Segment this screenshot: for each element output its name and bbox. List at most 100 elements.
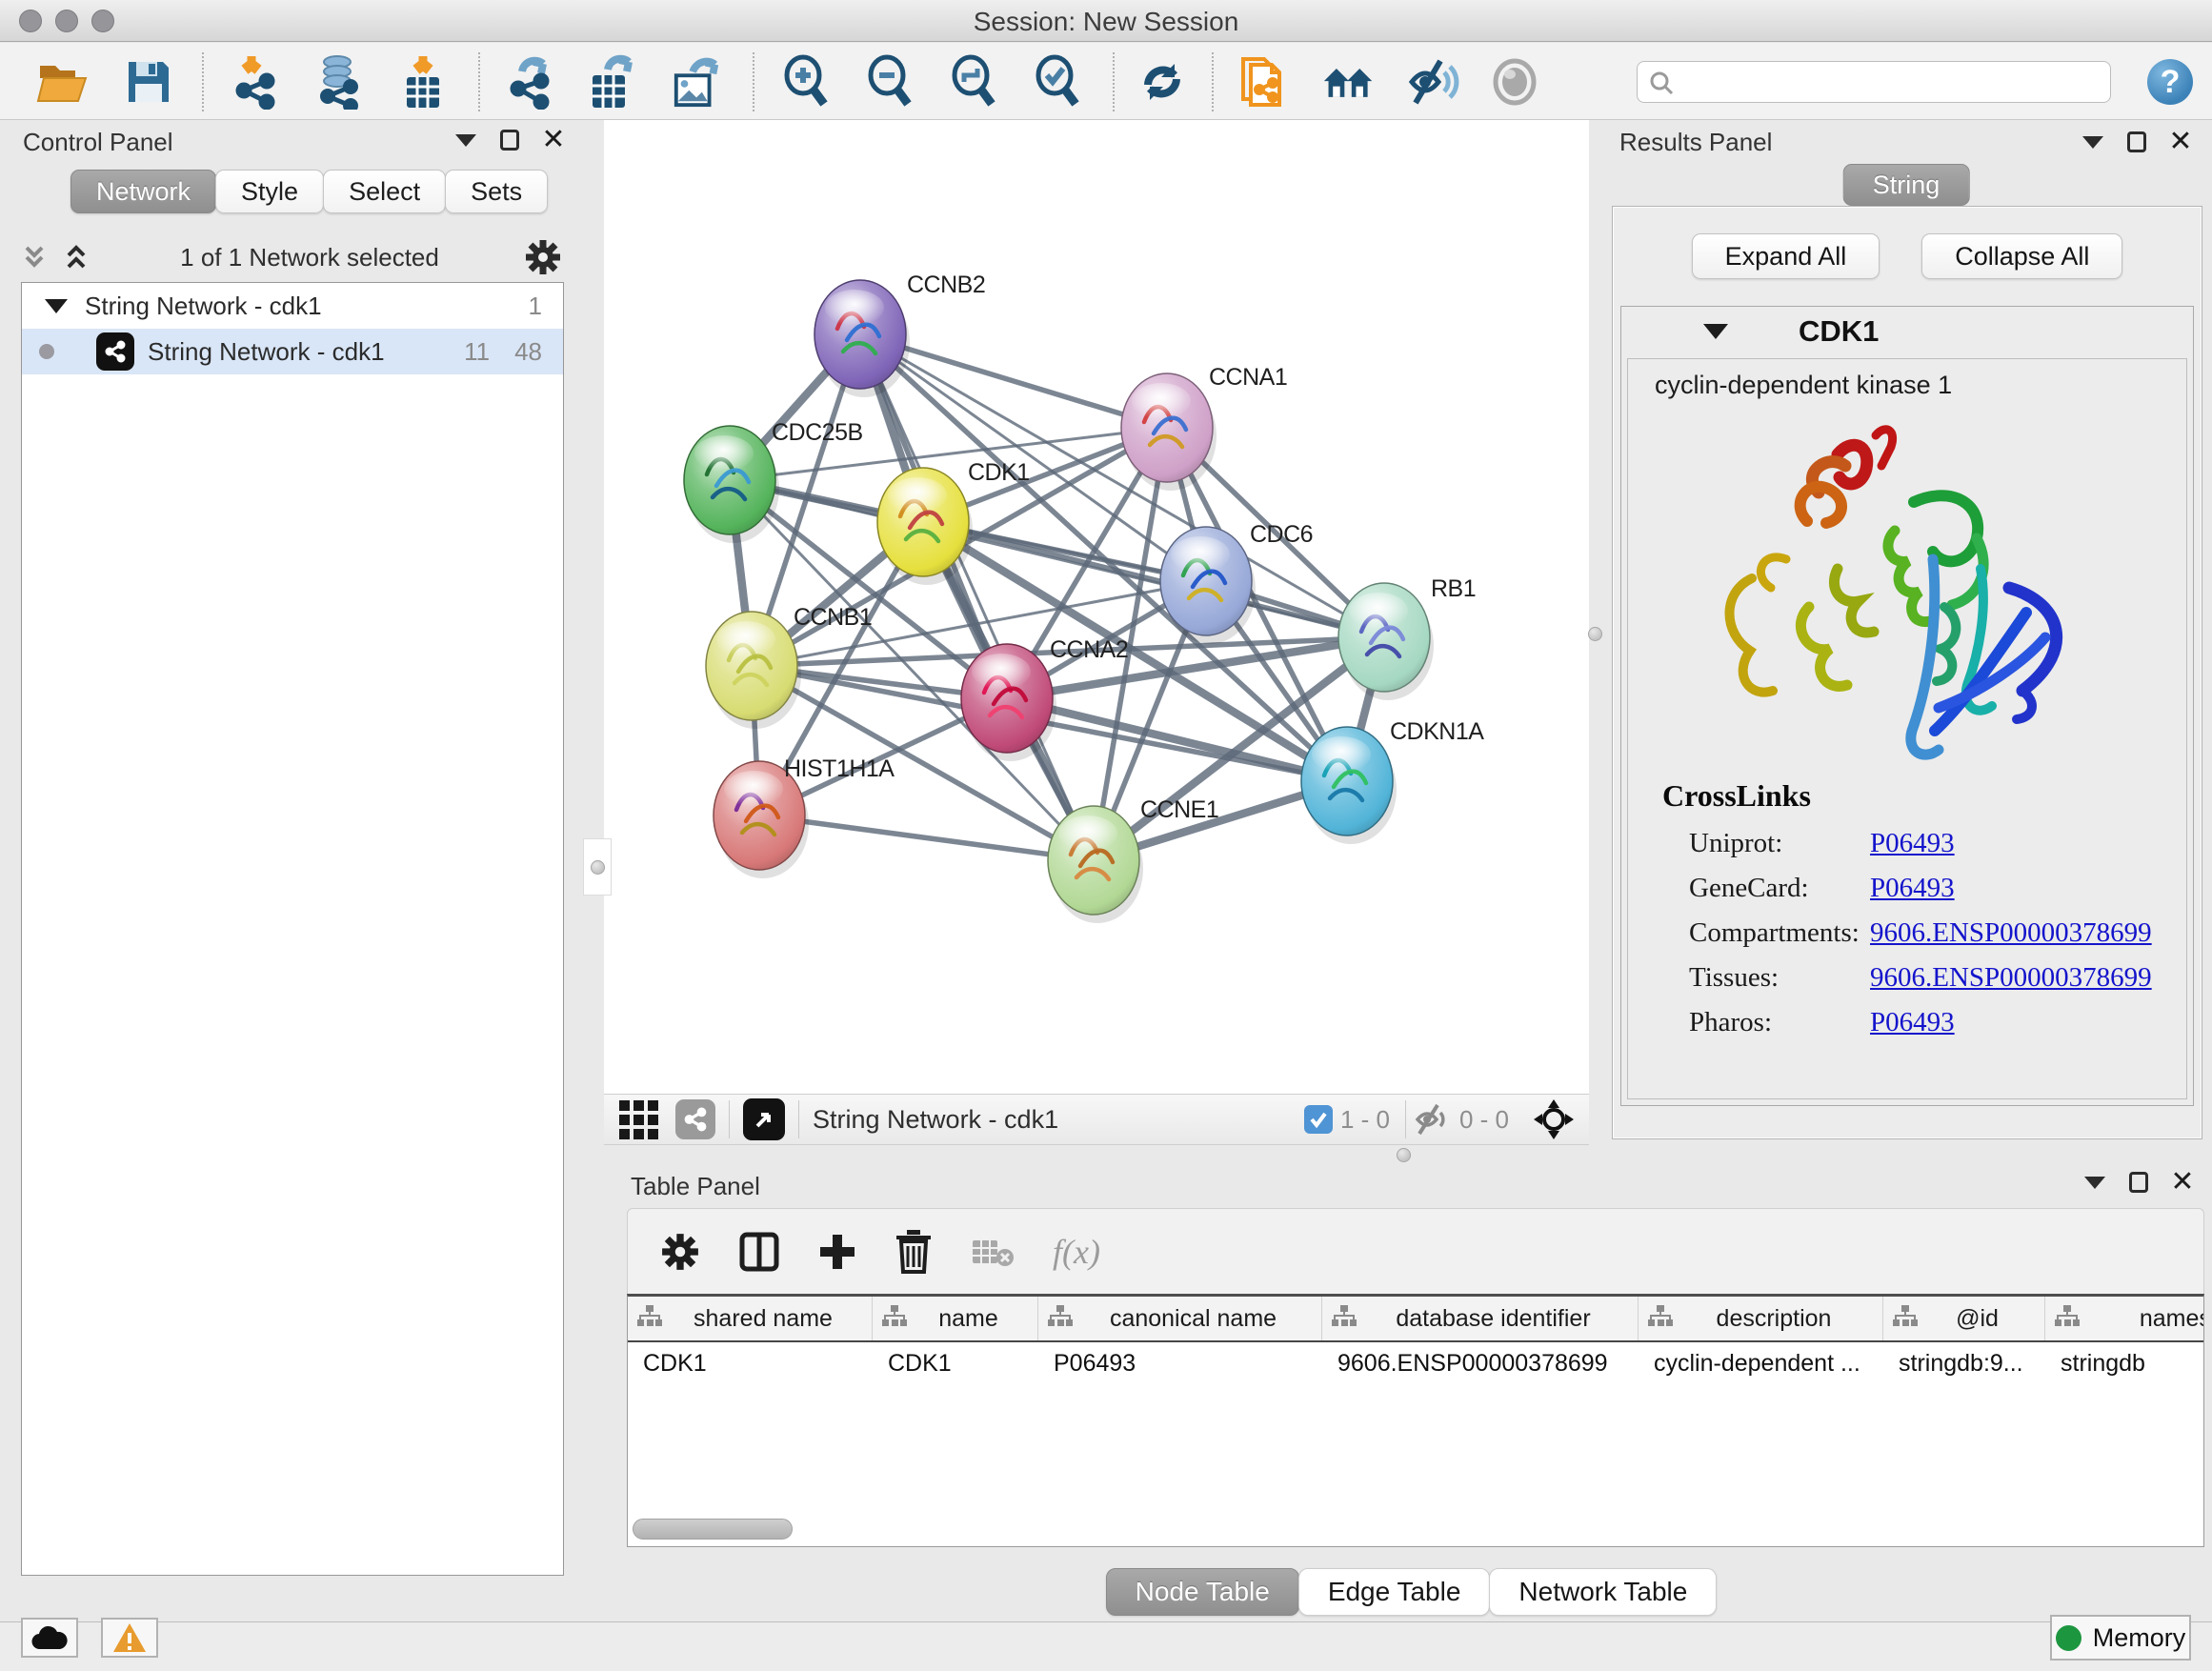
node-HIST1H1A[interactable]: HIST1H1A: [714, 755, 895, 878]
network-collection-row[interactable]: String Network - cdk1 1: [22, 283, 563, 329]
tab-edge-table[interactable]: Edge Table: [1298, 1568, 1491, 1616]
table-cell[interactable]: CDK1: [628, 1342, 873, 1386]
tab-select[interactable]: Select: [323, 170, 446, 213]
memory-button[interactable]: Memory: [2050, 1615, 2191, 1661]
collapse-all-icon[interactable]: [21, 242, 53, 272]
node-CCNE1[interactable]: CCNE1: [1048, 796, 1218, 923]
zoom-selected-icon[interactable]: [1031, 55, 1084, 109]
home-icon[interactable]: [1322, 55, 1376, 109]
crosslink-link[interactable]: 9606.ENSP00000378699: [1870, 917, 2152, 962]
control-panel-float-icon[interactable]: [493, 126, 526, 154]
import-network-database-icon[interactable]: [312, 55, 366, 109]
tree-expand-icon[interactable]: [45, 299, 68, 313]
help-icon[interactable]: ?: [2147, 59, 2193, 105]
table-header-row: shared namenamecanonical namedatabase id…: [628, 1297, 2203, 1342]
node-RB1[interactable]: RB1: [1338, 575, 1476, 700]
control-panel: Control Panel ✕ NetworkStyleSelectSets 1…: [0, 120, 583, 1621]
crosslink-link[interactable]: P06493: [1870, 828, 1955, 873]
zoom-fit-icon[interactable]: [947, 55, 1000, 109]
export-table-icon[interactable]: [587, 55, 640, 109]
expand-all-icon[interactable]: [63, 242, 95, 272]
network-view-toolbar: String Network - cdk1 1 - 0 0 - 0: [604, 1094, 1589, 1145]
export-image-icon[interactable]: [671, 55, 724, 109]
refresh-icon[interactable]: [1136, 55, 1189, 109]
crosslink-link[interactable]: P06493: [1870, 1007, 1955, 1052]
crosslink-link[interactable]: P06493: [1870, 873, 1955, 917]
results-panel-float-icon[interactable]: [2121, 128, 2153, 156]
warning-icon: [111, 1621, 148, 1654]
node-CCNA1[interactable]: CCNA1: [1121, 364, 1287, 491]
left-splitter-handle[interactable]: [583, 838, 612, 896]
table-cell[interactable]: stringdb:9...: [1883, 1342, 2045, 1386]
column-header-namespace[interactable]: namespace: [2045, 1297, 2204, 1340]
network-row[interactable]: String Network - cdk1 11 48: [22, 329, 563, 374]
locate-crosshair-icon[interactable]: [1532, 1097, 1576, 1141]
column-header-name[interactable]: name: [873, 1297, 1038, 1340]
results-panel-menu-icon[interactable]: [2077, 128, 2109, 156]
results-panel-close-icon[interactable]: ✕: [2164, 128, 2197, 156]
column-type-icon: [882, 1305, 907, 1333]
table-cell[interactable]: 9606.ENSP00000378699: [1322, 1342, 1639, 1386]
tab-string[interactable]: String: [1843, 164, 1970, 206]
selected-checkbox-icon[interactable]: [1304, 1105, 1333, 1134]
warning-button[interactable]: [101, 1618, 158, 1658]
crosslink-row: Uniprot:P06493: [1689, 828, 2167, 873]
crosslink-label: GeneCard:: [1689, 873, 1870, 917]
expand-all-button[interactable]: Expand All: [1692, 233, 1880, 279]
control-panel-close-icon[interactable]: ✕: [537, 126, 570, 154]
table-cell[interactable]: cyclin-dependent ...: [1639, 1342, 1883, 1386]
search-input[interactable]: [1681, 64, 2101, 100]
cloud-button[interactable]: [21, 1618, 78, 1658]
table-cell[interactable]: CDK1: [873, 1342, 1038, 1386]
share-view-icon[interactable]: [675, 1099, 715, 1139]
open-session-icon[interactable]: [36, 55, 90, 109]
node-table: shared namenamecanonical namedatabase id…: [627, 1294, 2204, 1547]
table-row[interactable]: CDK1CDK1P064939606.ENSP00000378699cyclin…: [628, 1342, 2203, 1386]
node-CDKN1A[interactable]: CDKN1A: [1301, 718, 1484, 844]
tab-sets[interactable]: Sets: [445, 170, 548, 213]
zoom-in-icon[interactable]: [779, 55, 833, 109]
tab-network-table[interactable]: Network Table: [1489, 1568, 1717, 1616]
add-column-icon[interactable]: [818, 1233, 856, 1271]
bottom-splitter-handle[interactable]: [1397, 1148, 1411, 1162]
string-query-icon[interactable]: [1235, 55, 1288, 109]
collapse-all-button[interactable]: Collapse All: [1921, 233, 2122, 279]
column-header-canonical-name[interactable]: canonical name: [1038, 1297, 1322, 1340]
show-columns-icon[interactable]: [738, 1231, 780, 1273]
node-CCNB2[interactable]: CCNB2: [814, 272, 985, 397]
crosslink-link[interactable]: 9606.ENSP00000378699: [1870, 962, 2152, 1007]
show-hide-graphics-icon[interactable]: [1408, 55, 1461, 109]
import-network-file-icon[interactable]: [231, 55, 284, 109]
column-header-description[interactable]: description: [1639, 1297, 1883, 1340]
birdseye-view-icon[interactable]: [743, 1098, 785, 1140]
column-header--id[interactable]: @id: [1883, 1297, 2045, 1340]
table-panel-close-icon[interactable]: ✕: [2166, 1168, 2199, 1197]
grid-view-icon[interactable]: [619, 1100, 658, 1139]
gene-collapse-icon[interactable]: [1703, 324, 1728, 339]
table-cell[interactable]: stringdb: [2045, 1342, 2204, 1386]
function-builder-icon: f(x): [1053, 1232, 1100, 1272]
column-header-shared-name[interactable]: shared name: [628, 1297, 873, 1340]
tab-style[interactable]: Style: [215, 170, 324, 213]
control-panel-menu-icon[interactable]: [450, 126, 482, 154]
eye-icon[interactable]: [1488, 55, 1541, 109]
gene-description: cyclin-dependent kinase 1: [1655, 371, 1952, 400]
delete-column-icon[interactable]: [895, 1230, 933, 1274]
import-table-file-icon[interactable]: [396, 55, 450, 109]
table-panel-menu-icon[interactable]: [2079, 1168, 2111, 1197]
column-header-database-identifier[interactable]: database identifier: [1322, 1297, 1639, 1340]
node-CCNB1[interactable]: CCNB1: [706, 604, 872, 729]
string-results-container: Expand All Collapse All CDK1 cyclin-depe…: [1612, 206, 2202, 1139]
tab-network[interactable]: Network: [70, 170, 216, 213]
search-box: [1637, 61, 2111, 103]
table-panel-float-icon[interactable]: [2122, 1168, 2155, 1197]
tab-node-table[interactable]: Node Table: [1106, 1568, 1299, 1616]
network-canvas[interactable]: CCNB2CCNA1CDC25BCDK1CDC6RB1CCNB1CCNA2CDK…: [604, 120, 1589, 1094]
zoom-out-icon[interactable]: [863, 55, 916, 109]
table-horizontal-scrollbar[interactable]: [633, 1519, 793, 1540]
gear-icon[interactable]: [524, 238, 562, 276]
save-session-icon[interactable]: [122, 55, 175, 109]
table-gear-icon[interactable]: [660, 1232, 700, 1272]
table-cell[interactable]: P06493: [1038, 1342, 1322, 1386]
export-network-icon[interactable]: [505, 55, 558, 109]
